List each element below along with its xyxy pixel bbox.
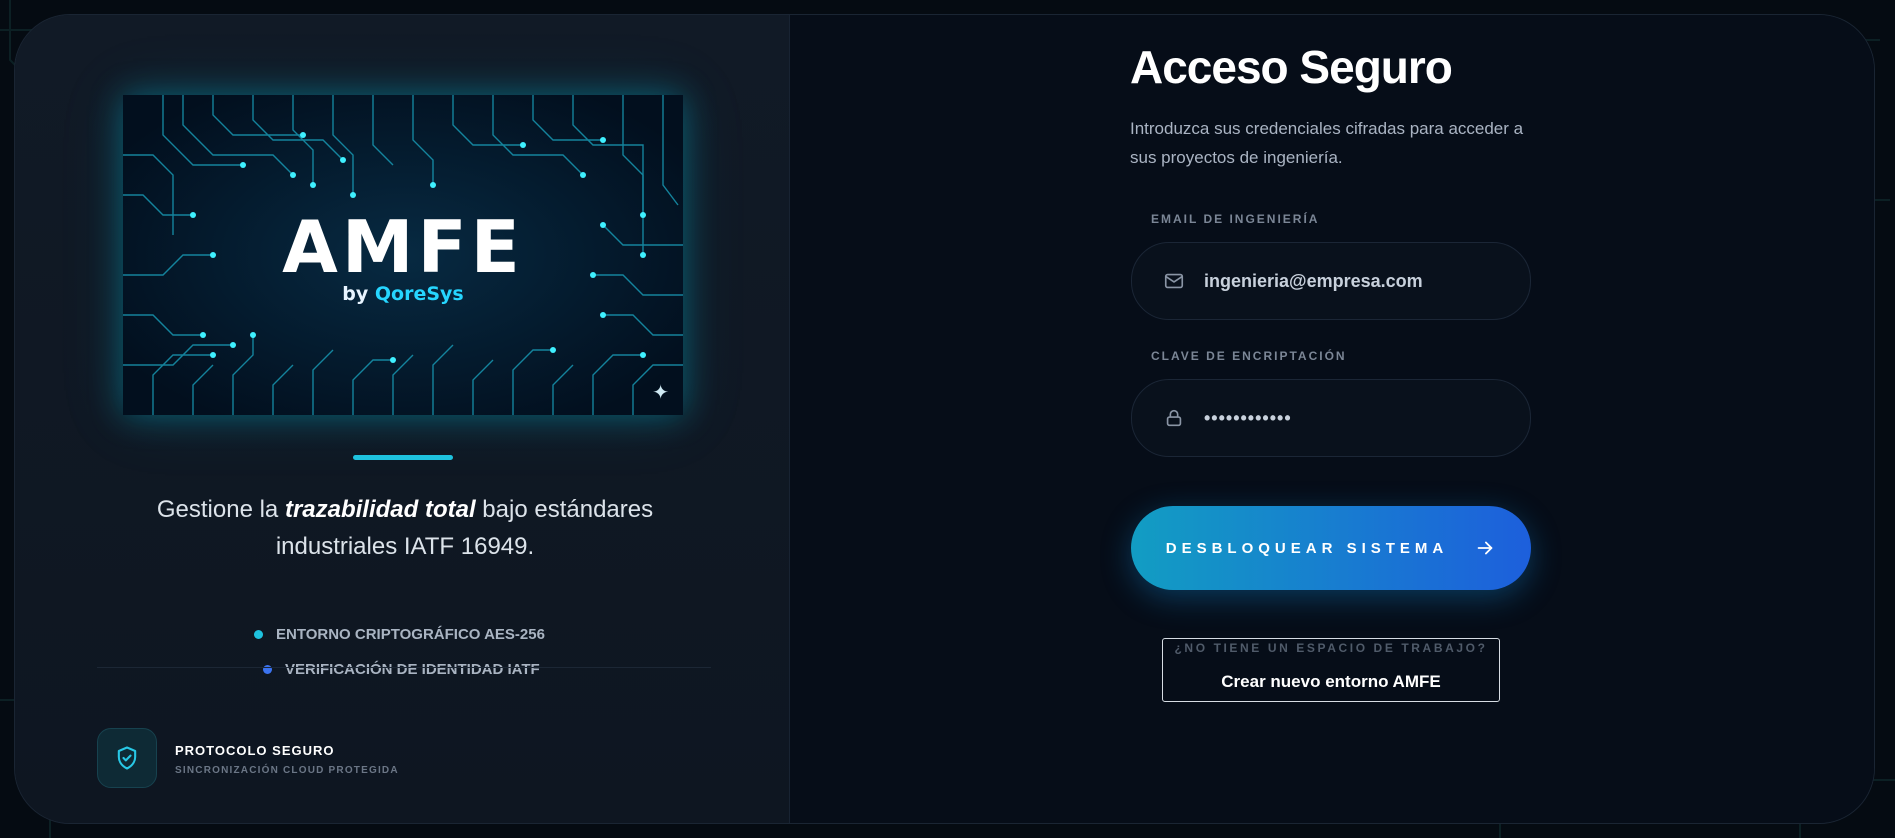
feature-dot xyxy=(254,630,263,639)
login-card: AMFE by QoreSys ✦ Gestione la trazabilid… xyxy=(14,14,1875,824)
lock-icon xyxy=(1162,406,1186,430)
branding-panel: AMFE by QoreSys ✦ Gestione la trazabilid… xyxy=(15,15,790,823)
email-input[interactable] xyxy=(1202,269,1506,293)
mail-icon xyxy=(1162,269,1186,293)
sparkle-icon: ✦ xyxy=(652,382,669,404)
unlock-button-label: DESBLOQUEAR SISTEMA xyxy=(1165,539,1449,557)
create-workspace-box: ¿NO TIENE UN ESPACIO DE TRABAJO? Crear n… xyxy=(1162,638,1500,702)
page-subtitle: Introduzca sus credenciales cifradas par… xyxy=(1130,119,1524,167)
feature-encryption: ENTORNO CRIPTOGRÁFICO AES-256 xyxy=(254,626,545,643)
hero-banner: AMFE by QoreSys ✦ xyxy=(123,95,683,415)
byline-prefix: by xyxy=(342,283,369,305)
tagline-start: Gestione la xyxy=(156,496,285,523)
tagline-emphasis: trazabilidad total xyxy=(284,496,476,523)
create-environment-link[interactable]: Crear nuevo entorno AMFE xyxy=(1163,672,1499,692)
carousel-indicator xyxy=(353,455,453,460)
feature-label: ENTORNO CRIPTOGRÁFICO AES-256 xyxy=(276,626,545,643)
shield-check-icon xyxy=(97,728,157,788)
password-label: CLAVE DE ENCRIPTACIÓN xyxy=(1151,349,1347,363)
divider xyxy=(97,667,711,668)
page-title: Acceso Seguro xyxy=(1130,41,1453,93)
feature-identity: VERIFICACIÓN DE IDENTIDAD IATF xyxy=(263,661,540,678)
password-field[interactable] xyxy=(1131,379,1531,457)
feature-label: VERIFICACIÓN DE IDENTIDAD IATF xyxy=(285,661,540,678)
email-field[interactable] xyxy=(1131,242,1531,320)
amfe-logo: AMFE xyxy=(282,205,524,289)
workspace-question: ¿NO TIENE UN ESPACIO DE TRABAJO? xyxy=(1174,641,1488,655)
tagline: Gestione la trazabilidad total bajo está… xyxy=(135,491,675,565)
unlock-system-button[interactable]: DESBLOQUEAR SISTEMA xyxy=(1131,506,1531,590)
protocol-title: PROTOCOLO SEGURO xyxy=(175,743,335,758)
brand-name: QoreSys xyxy=(374,283,464,305)
password-input[interactable] xyxy=(1202,406,1506,430)
protocol-subtitle: SINCRONIZACIÓN CLOUD PROTEGIDA xyxy=(175,765,399,776)
arrow-right-icon xyxy=(1474,537,1496,559)
email-label: EMAIL DE INGENIERÍA xyxy=(1151,212,1320,226)
brand-byline: by QoreSys xyxy=(123,283,683,305)
